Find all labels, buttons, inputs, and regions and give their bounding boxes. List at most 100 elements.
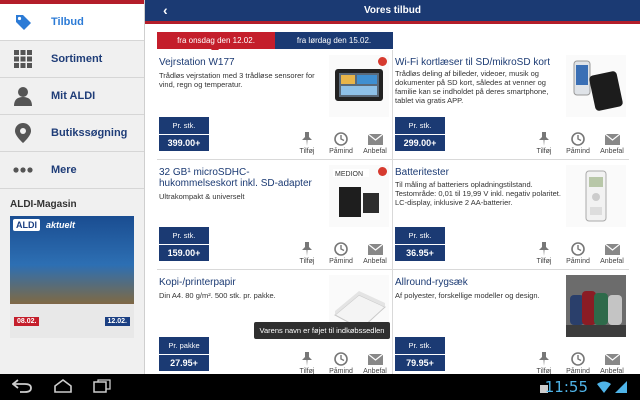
product-card[interactable]: Allround-rygsæk Af polyester, forskellig… — [393, 270, 629, 380]
price-value: 79.95+ — [395, 354, 445, 371]
remind-button[interactable]: Påmind — [324, 240, 358, 265]
remind-label: Påmind — [566, 148, 590, 155]
product-card[interactable]: Wi-Fi kortlæser til SD/mikroSD kort Tråd… — [393, 50, 629, 160]
recommend-button[interactable]: Anbefal — [595, 240, 629, 265]
special-offer-badge-icon — [378, 167, 387, 176]
magazine-cover-footer: 08.02. 12.02. — [10, 304, 134, 338]
recommend-label: Anbefal — [600, 258, 624, 265]
remind-button[interactable]: Påmind — [561, 130, 595, 155]
price-value: 299.00+ — [395, 134, 445, 151]
recommend-button[interactable]: Anbefal — [595, 350, 629, 375]
system-nav-bar: 11:55 — [0, 374, 640, 400]
recent-apps-icon[interactable] — [93, 379, 111, 398]
magazine-date-badge: 12.02. — [104, 316, 130, 326]
add-button[interactable]: Tilføj — [527, 130, 561, 155]
battery-icon — [615, 380, 627, 398]
envelope-icon — [595, 350, 629, 368]
page-title: Vores tilbud — [363, 5, 422, 16]
product-title: Batteritester — [395, 167, 449, 178]
product-title: Kopi-/printerpapir — [159, 277, 236, 288]
sidebar-item-mit-aldi[interactable]: Mit ALDI — [0, 78, 144, 115]
price-unit: Pr. stk. — [395, 117, 445, 134]
sidebar-item-label: Mit ALDI — [51, 90, 96, 102]
tag-icon — [12, 11, 34, 33]
product-description: Trådløs deling af billeder, videoer, mus… — [395, 69, 549, 105]
price-unit: Pr. stk. — [395, 337, 445, 354]
recommend-label: Anbefal — [600, 148, 624, 155]
date-tabs: fra onsdag den 12.02. fra lørdag den 15.… — [157, 32, 393, 49]
sidebar-item-mere[interactable]: Mere — [0, 152, 144, 189]
pin-icon — [290, 240, 324, 258]
envelope-icon — [595, 130, 629, 148]
clock-icon — [561, 240, 595, 258]
envelope-icon — [358, 350, 392, 368]
clock-icon — [324, 130, 358, 148]
magazine-cover[interactable]: ALDI aktuelt 08.02. 12.02. — [10, 216, 134, 338]
grid-icon — [12, 48, 34, 70]
remind-label: Påmind — [566, 258, 590, 265]
pin-icon — [527, 240, 561, 258]
price-value: 36.95+ — [395, 244, 445, 261]
product-card[interactable]: Batteritester Til måling af batteriers o… — [393, 160, 629, 270]
remind-label: Påmind — [329, 258, 353, 265]
price-unit: Pr. stk. — [159, 227, 209, 244]
price-box: Pr. stk. 299.00+ — [395, 117, 445, 151]
add-label: Tilføj — [536, 258, 552, 265]
add-button[interactable]: Tilføj — [527, 350, 561, 375]
product-title: Wi-Fi kortlæser til SD/mikroSD kort — [395, 57, 551, 68]
pin-icon — [290, 130, 324, 148]
svg-text:MEDION: MEDION — [335, 171, 363, 178]
home-icon[interactable] — [53, 379, 73, 398]
sidebar-item-label: Sortiment — [51, 53, 103, 65]
add-button[interactable]: Tilføj — [290, 350, 324, 375]
recommend-button[interactable]: Anbefal — [358, 350, 392, 375]
product-title: Allround-rygsæk — [395, 277, 468, 288]
product-description: Trådløs vejrstation med 3 trådløse senso… — [159, 71, 315, 89]
pin-icon — [527, 130, 561, 148]
product-description: Til måling af batteriers opladningstilst… — [395, 180, 561, 207]
sidebar-item-label: Butikssøgning — [51, 127, 128, 139]
add-button[interactable]: Tilføj — [290, 240, 324, 265]
add-button[interactable]: Tilføj — [290, 130, 324, 155]
clock-icon — [324, 240, 358, 258]
price-value: 27.95+ — [159, 354, 209, 371]
magazine-aktuelt-label: aktuelt — [46, 220, 76, 230]
back-icon[interactable] — [11, 379, 32, 398]
product-actions: Tilføj Påmind Anbefal — [290, 240, 392, 265]
price-value: 159.00+ — [159, 244, 209, 261]
price-unit: Pr. pakke — [159, 337, 209, 354]
price-box: Pr. pakke 27.95+ — [159, 337, 209, 371]
product-card[interactable]: Vejrstation W177 Trådløs vejrstation med… — [157, 50, 393, 160]
remind-button[interactable]: Påmind — [324, 130, 358, 155]
product-actions: Tilføj Påmind Anbefal — [527, 130, 629, 155]
recommend-button[interactable]: Anbefal — [358, 130, 392, 155]
product-image — [566, 165, 626, 227]
clock-icon — [324, 350, 358, 368]
app-root: Tilbud Sortiment Mit ALDI Butikssøgning — [0, 0, 640, 400]
tab-saturday[interactable]: fra lørdag den 15.02. — [275, 32, 393, 49]
status-clock: 11:55 — [544, 378, 588, 396]
sidebar-item-sortiment[interactable]: Sortiment — [0, 41, 144, 78]
product-description: Ultrakompakt & universelt — [159, 192, 245, 201]
product-card[interactable]: 32 GB¹ microSDHC-hukommelseskort inkl. S… — [157, 160, 393, 270]
add-button[interactable]: Tilføj — [527, 240, 561, 265]
price-box: Pr. stk. 36.95+ — [395, 227, 445, 261]
recommend-button[interactable]: Anbefal — [595, 130, 629, 155]
tab-wednesday[interactable]: fra onsdag den 12.02. — [157, 32, 275, 49]
remind-label: Påmind — [329, 148, 353, 155]
special-offer-badge-icon — [378, 57, 387, 66]
remind-button[interactable]: Påmind — [561, 240, 595, 265]
remind-button[interactable]: Påmind — [561, 350, 595, 375]
magazine-date-badge: 08.02. — [14, 316, 40, 326]
recommend-button[interactable]: Anbefal — [358, 240, 392, 265]
price-box: Pr. stk. 159.00+ — [159, 227, 209, 261]
magazine-title: ALDI-Magasin — [10, 199, 77, 210]
add-label: Tilføj — [299, 258, 315, 265]
aldi-logo: ALDI — [13, 219, 40, 231]
recommend-label: Anbefal — [363, 148, 387, 155]
sidebar-item-butikssogning[interactable]: Butikssøgning — [0, 115, 144, 152]
remind-button[interactable]: Påmind — [324, 350, 358, 375]
toast-message: Varens navn er føjet til indkøbssedlen — [254, 322, 390, 339]
sidebar-item-label: Mere — [51, 164, 77, 176]
sidebar-item-tilbud[interactable]: Tilbud — [0, 4, 144, 41]
